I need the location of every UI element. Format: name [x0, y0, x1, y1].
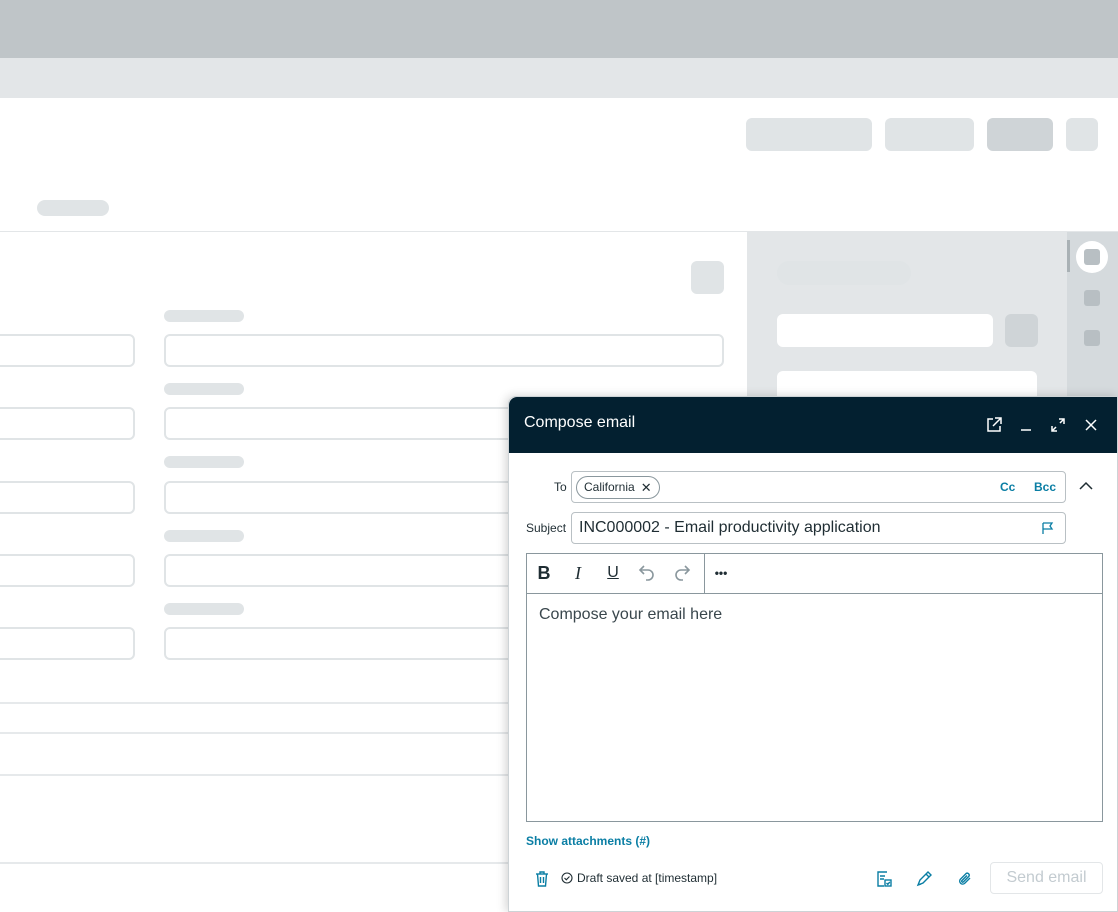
panel-button-placeholder	[1005, 314, 1038, 347]
header-action-placeholder	[1066, 118, 1098, 151]
form-field-placeholder	[0, 334, 135, 367]
attachment-icon[interactable]	[956, 870, 974, 888]
toolbar-divider	[704, 554, 705, 594]
form-field-placeholder	[0, 554, 135, 587]
app-top-bar	[0, 0, 1118, 58]
rail-item-icon[interactable]	[1084, 290, 1100, 306]
signature-icon[interactable]	[915, 870, 933, 888]
form-field-placeholder	[164, 334, 724, 367]
minimize-icon[interactable]	[1016, 415, 1036, 435]
panel-search-placeholder	[777, 314, 993, 347]
subject-value: INC000002 - Email productivity applicati…	[579, 519, 881, 536]
form-field-placeholder	[0, 481, 135, 514]
form-field-placeholder	[0, 407, 135, 440]
expand-icon[interactable]	[1048, 415, 1068, 435]
header-action-placeholder	[746, 118, 872, 151]
subject-label: Subject	[526, 521, 567, 535]
tab-placeholder	[37, 200, 109, 216]
cc-button[interactable]: Cc	[1000, 480, 1015, 494]
field-label-placeholder	[164, 530, 244, 542]
bold-button[interactable]: B	[533, 562, 555, 584]
undo-icon[interactable]	[636, 562, 658, 584]
to-field[interactable]: California ✕ Cc Bcc	[571, 471, 1066, 503]
template-icon[interactable]	[875, 870, 893, 888]
italic-button[interactable]: I	[567, 562, 589, 584]
field-label-placeholder	[164, 456, 244, 468]
record-header	[0, 98, 1118, 232]
rail-active-indicator	[1067, 240, 1070, 272]
bcc-button[interactable]: Bcc	[1034, 480, 1056, 494]
close-icon[interactable]	[1081, 415, 1101, 435]
send-email-button[interactable]: Send email	[990, 862, 1103, 894]
email-body-editor[interactable]: Compose your email here	[526, 593, 1103, 822]
header-action-placeholder	[987, 118, 1053, 151]
field-label-placeholder	[164, 383, 244, 395]
remove-recipient-icon[interactable]: ✕	[641, 477, 652, 498]
rail-item-icon[interactable]	[1084, 330, 1100, 346]
compose-header: Compose email	[509, 397, 1117, 453]
open-in-new-window-icon[interactable]	[984, 415, 1004, 435]
trash-icon[interactable]	[533, 870, 551, 888]
redo-icon[interactable]	[671, 562, 693, 584]
formatting-toolbar: B I U •••	[526, 553, 1103, 594]
subject-input[interactable]: INC000002 - Email productivity applicati…	[571, 512, 1066, 544]
more-options-button[interactable]: •••	[710, 562, 732, 584]
show-attachments-link[interactable]: Show attachments (#)	[526, 834, 650, 848]
header-action-placeholder	[885, 118, 974, 151]
app-sub-bar	[0, 58, 1118, 98]
rail-item-icon[interactable]	[1076, 241, 1108, 273]
recipient-chip[interactable]: California ✕	[576, 476, 660, 499]
panel-title-placeholder	[777, 261, 911, 285]
to-label: To	[554, 480, 567, 494]
body-placeholder: Compose your email here	[539, 606, 723, 623]
recipient-chip-label: California	[584, 480, 635, 494]
divider	[0, 732, 510, 734]
divider	[0, 774, 510, 776]
underline-button[interactable]: U	[602, 562, 624, 584]
field-label-placeholder	[164, 603, 244, 615]
form-action-placeholder	[691, 261, 724, 294]
flag-icon[interactable]	[1041, 521, 1055, 535]
divider	[0, 702, 510, 704]
form-field-placeholder	[0, 627, 135, 660]
compose-title: Compose email	[524, 414, 636, 431]
check-circle-icon	[561, 872, 573, 884]
chevron-up-icon[interactable]	[1079, 479, 1093, 493]
divider	[0, 862, 510, 864]
draft-status: Draft saved at [timestamp]	[561, 871, 717, 885]
compose-email-modal: Compose email To California ✕ Cc Bcc Sub…	[508, 396, 1118, 912]
field-label-placeholder	[164, 310, 244, 322]
draft-status-text: Draft saved at [timestamp]	[577, 871, 718, 885]
